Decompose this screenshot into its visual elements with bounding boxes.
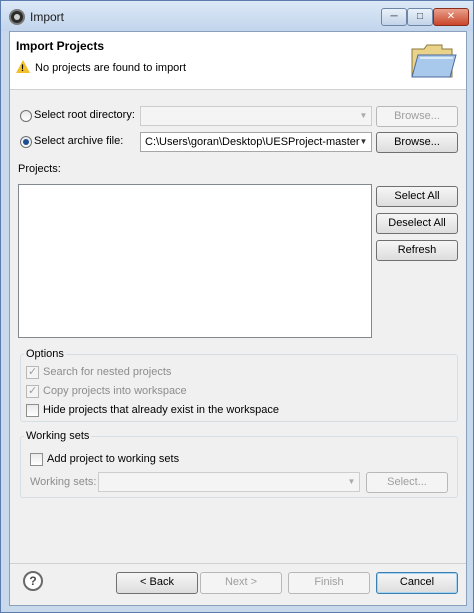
- copy-projects-checkbox[interactable]: [26, 384, 39, 398]
- archive-file-value: C:\Users\goran\Desktop\UESProject-master: [145, 136, 360, 148]
- hide-existing-label: Hide projects that already exist in the …: [43, 404, 280, 416]
- archive-file-combo[interactable]: C:\Users\goran\Desktop\UESProject-master…: [140, 132, 372, 152]
- select-all-button[interactable]: Select All: [376, 186, 458, 207]
- footer-separator: [10, 563, 466, 564]
- search-nested-label: Search for nested projects: [43, 366, 172, 378]
- root-directory-label: Select root directory:: [34, 109, 135, 121]
- root-directory-combo[interactable]: ▼: [140, 106, 372, 126]
- header-message: No projects are found to import: [35, 62, 187, 74]
- warning-icon: !: [16, 60, 30, 73]
- open-folder-icon: [411, 44, 457, 78]
- finish-button[interactable]: Finish: [288, 572, 370, 594]
- import-dialog-window: Import ─ □ ✕ Import Projects ! No projec…: [0, 0, 474, 613]
- minimize-button[interactable]: ─: [381, 8, 407, 26]
- root-browse-button[interactable]: Browse...: [376, 106, 458, 127]
- deselect-all-button[interactable]: Deselect All: [376, 213, 458, 234]
- select-working-sets-button[interactable]: Select...: [366, 472, 448, 493]
- window-title: Import: [30, 10, 65, 24]
- archive-file-radio[interactable]: [20, 136, 32, 148]
- title-bar[interactable]: Import ─ □ ✕: [1, 1, 473, 31]
- search-nested-checkbox[interactable]: [26, 365, 39, 379]
- chevron-down-icon: ▼: [347, 477, 356, 486]
- maximize-button[interactable]: □: [407, 8, 433, 26]
- working-sets-title: Working sets: [24, 430, 92, 442]
- close-button[interactable]: ✕: [433, 8, 469, 26]
- archive-browse-button[interactable]: Browse...: [376, 132, 458, 153]
- projects-list[interactable]: [18, 184, 372, 338]
- help-icon[interactable]: ?: [23, 571, 43, 591]
- cancel-button[interactable]: Cancel: [376, 572, 458, 594]
- copy-projects-label: Copy projects into workspace: [43, 385, 187, 397]
- hide-existing-checkbox[interactable]: [26, 404, 39, 417]
- add-to-working-sets-checkbox[interactable]: [30, 453, 43, 466]
- eclipse-app-icon: [9, 9, 25, 25]
- next-button[interactable]: Next >: [200, 572, 282, 594]
- working-sets-field-label: Working sets:: [30, 476, 97, 488]
- chevron-down-icon: ▼: [359, 137, 368, 146]
- working-sets-combo[interactable]: ▼: [98, 472, 360, 492]
- options-title: Options: [24, 348, 66, 360]
- root-directory-radio[interactable]: [20, 110, 32, 122]
- back-button[interactable]: < Back: [116, 572, 198, 594]
- archive-file-label: Select archive file:: [34, 135, 124, 147]
- refresh-button[interactable]: Refresh: [376, 240, 458, 261]
- dialog-content: Import Projects ! No projects are found …: [9, 31, 467, 606]
- projects-label: Projects:: [18, 163, 61, 175]
- add-to-working-sets-label: Add project to working sets: [47, 453, 180, 465]
- chevron-down-icon: ▼: [359, 111, 368, 120]
- wizard-header: Import Projects ! No projects are found …: [10, 32, 466, 90]
- page-title: Import Projects: [16, 39, 105, 53]
